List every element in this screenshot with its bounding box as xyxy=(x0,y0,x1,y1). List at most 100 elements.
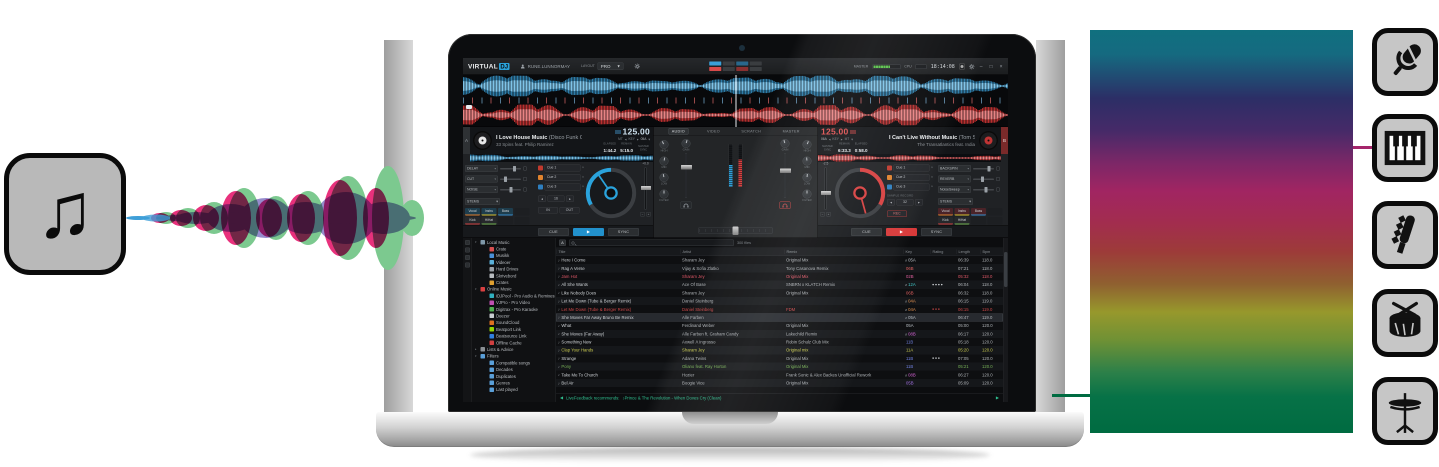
jump-letter-chip[interactable]: A xyxy=(559,240,566,247)
tab-audio[interactable]: AUDIO xyxy=(668,128,688,135)
effect-slider[interactable] xyxy=(500,189,521,191)
channel-a-fader[interactable] xyxy=(685,154,687,198)
deck-b-sync-mode[interactable]: MASTER SYNC xyxy=(821,145,834,152)
sidebar-item[interactable]: ▾ Filters xyxy=(472,353,556,360)
user-account[interactable]: RUNE.LUNNORMAY xyxy=(521,64,570,69)
effect-slider[interactable] xyxy=(973,168,994,170)
filter-knob[interactable] xyxy=(803,190,812,199)
pitch-plus-button[interactable]: + xyxy=(646,212,651,217)
cue-button[interactable]: Cue 3 xyxy=(545,183,581,190)
cue-color-swatch[interactable] xyxy=(887,184,892,189)
maximize-button[interactable]: □ xyxy=(988,64,994,70)
cue-remove-icon[interactable]: × xyxy=(931,185,933,189)
stem-pad[interactable] xyxy=(971,217,986,225)
sidebar-item[interactable]: Beatport Link xyxy=(472,326,556,333)
recommended-track[interactable]: ♪Prince & The Revolution - When Doves Cr… xyxy=(622,395,721,400)
tab-scratch[interactable]: SCRATCH xyxy=(738,129,764,135)
cue-color-swatch[interactable] xyxy=(538,175,543,180)
cue-button[interactable]: Cue 1 xyxy=(545,164,581,171)
stem-pad[interactable]: Bass xyxy=(498,208,513,216)
deck-a-artwork[interactable] xyxy=(473,131,492,150)
deck-b-artwork[interactable] xyxy=(979,131,998,150)
effect-toggle[interactable] xyxy=(523,188,527,192)
eq-high-knob[interactable] xyxy=(803,140,812,149)
sidebar-item[interactable]: Last played xyxy=(472,386,556,393)
rhythm-waveform-zone[interactable] xyxy=(463,75,1008,127)
track-row[interactable]: ♪All She Wants Ace Of Base SNBRN x KLATC… xyxy=(556,281,1003,289)
deck-a-stems-select[interactable]: STEMS▾ xyxy=(465,198,500,205)
cue-remove-icon[interactable]: × xyxy=(931,176,933,180)
sidebar-item[interactable]: Compatible songs xyxy=(472,360,556,367)
effect-select[interactable]: REVERB▾ xyxy=(938,176,971,183)
track-row[interactable]: ♪Let Me Down (Tube & Berger Remix) Danie… xyxy=(556,297,1003,305)
cue-color-swatch[interactable] xyxy=(887,165,892,170)
deck-b-key-row[interactable]: 06A◂KEY▸MT▾ xyxy=(821,137,885,141)
cue-button[interactable]: Cue 2 xyxy=(894,174,930,181)
stem-pad[interactable]: Vocal xyxy=(465,208,480,216)
track-row[interactable]: ♪What Ferdinand Weber Original Mix 05A 0… xyxy=(556,322,1003,330)
effect-select[interactable]: BACKSPIN▾ xyxy=(938,165,971,172)
sidebar-item[interactable]: ▾ Online Music xyxy=(472,286,556,293)
pitch-minus-button[interactable]: − xyxy=(820,212,825,217)
sidebar-item[interactable]: ▸ Lists & Advice xyxy=(472,346,556,353)
browser-icon-strip[interactable] xyxy=(463,238,472,402)
effect-select[interactable]: NoiseSweep▾ xyxy=(938,186,971,193)
sidebar-item[interactable]: Deezer xyxy=(472,313,556,320)
headphone-cue-a-button[interactable] xyxy=(681,202,692,210)
expand-arrow-icon[interactable]: ▾ xyxy=(475,241,479,245)
effect-select[interactable]: NOISE▾ xyxy=(465,186,498,193)
deck-a-track-overview[interactable] xyxy=(470,154,653,162)
loop-double-button[interactable]: ▸ xyxy=(566,196,574,203)
loop-half-button[interactable]: ◂ xyxy=(887,199,895,206)
crossfader[interactable] xyxy=(698,228,773,234)
stem-pad[interactable]: Kick xyxy=(465,217,480,225)
cue-remove-icon[interactable]: × xyxy=(931,166,933,170)
settings-button[interactable] xyxy=(634,64,640,70)
sidebar-item[interactable]: Digitrax - Pro Karaoke xyxy=(472,306,556,313)
scrollbar[interactable] xyxy=(1003,238,1008,402)
cue-remove-icon[interactable]: × xyxy=(582,185,584,189)
column-key[interactable]: Key xyxy=(903,250,930,255)
eq-low-knob[interactable] xyxy=(803,173,812,182)
sidebar-item[interactable]: Offline Cache xyxy=(472,339,556,346)
deck-b-jog-wheel[interactable] xyxy=(834,167,886,222)
tab-master[interactable]: MASTER xyxy=(780,129,803,135)
column-title[interactable]: Title xyxy=(556,250,680,255)
stem-pad[interactable] xyxy=(498,217,513,225)
track-row[interactable]: ♪Pony Oliano feat. Ray Horton Original M… xyxy=(556,363,1003,371)
rec-button[interactable]: REC xyxy=(887,211,907,218)
deck-a-key-row[interactable]: MT◂KEY▸05A▾ xyxy=(586,137,650,141)
loop-out-button[interactable]: OUT xyxy=(560,207,580,214)
sidebar-item[interactable]: Crates xyxy=(472,279,556,286)
deck-a-jog-wheel[interactable] xyxy=(585,167,637,222)
cue-button[interactable]: Cue 3 xyxy=(894,183,930,190)
minimize-button[interactable]: – xyxy=(978,64,984,70)
expand-arrow-icon[interactable]: ▾ xyxy=(475,287,479,291)
sidebar-item[interactable]: Crate xyxy=(472,246,556,253)
loop-size[interactable]: 32 xyxy=(897,199,914,206)
effect-slider[interactable] xyxy=(500,168,521,170)
play-next-icon[interactable]: ▶ xyxy=(996,396,999,401)
stem-pad[interactable]: Instru xyxy=(955,208,970,216)
sync-button[interactable]: SYNC xyxy=(921,228,952,236)
stem-pad[interactable] xyxy=(515,217,530,225)
effect-toggle[interactable] xyxy=(523,167,527,171)
column-remix[interactable]: Remix xyxy=(784,250,903,255)
cue-remove-icon[interactable]: × xyxy=(582,176,584,180)
effect-toggle[interactable] xyxy=(996,177,1000,181)
record-button[interactable] xyxy=(959,64,965,70)
stem-pad[interactable]: Bass xyxy=(971,208,986,216)
loop-in-button[interactable]: IN xyxy=(538,207,558,214)
pitch-minus-button[interactable]: − xyxy=(640,212,645,217)
loop-double-button[interactable]: ▸ xyxy=(915,199,923,206)
sidebar-item[interactable]: Decades xyxy=(472,366,556,373)
effect-slider[interactable] xyxy=(973,178,994,180)
gain-knob[interactable] xyxy=(682,139,691,148)
sidebar-item[interactable]: Genres xyxy=(472,380,556,387)
deck-b-stems-select[interactable]: STEMS▾ xyxy=(938,198,973,205)
pitch-fader[interactable] xyxy=(825,168,827,210)
track-row[interactable]: ♪Strange Adana Twins Original Mix 11B ●●… xyxy=(556,354,1003,362)
search-input[interactable] xyxy=(569,240,734,247)
play-button[interactable]: ▶ xyxy=(886,228,917,236)
expand-arrow-icon[interactable]: ▸ xyxy=(475,348,479,352)
